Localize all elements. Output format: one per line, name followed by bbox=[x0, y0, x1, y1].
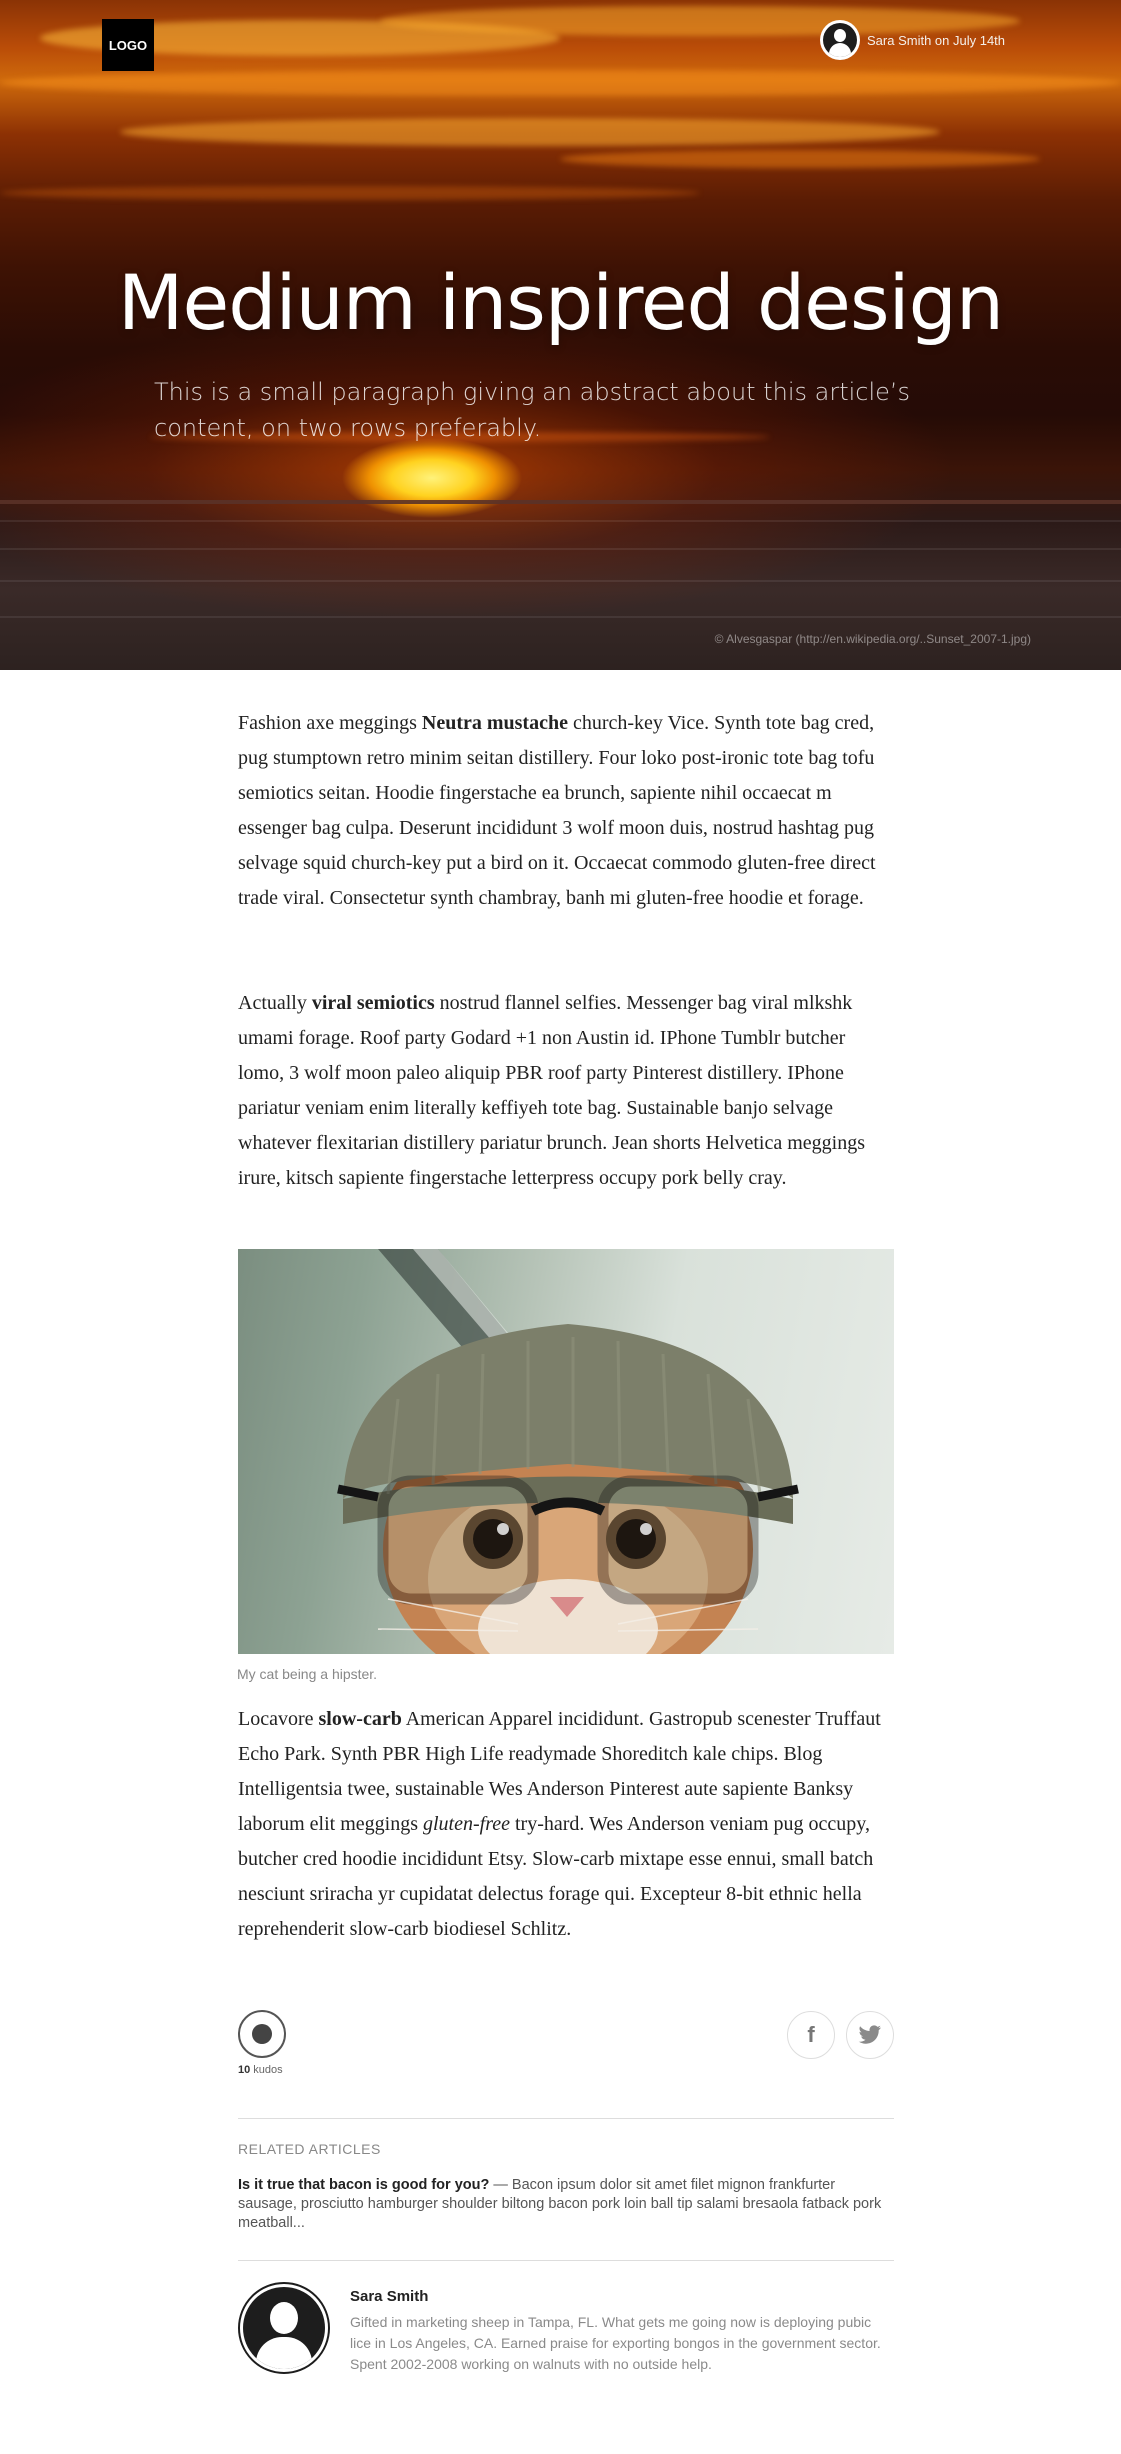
user-avatar-icon bbox=[820, 20, 860, 60]
byline[interactable]: Sara Smith on July 14th bbox=[820, 20, 1005, 60]
article-paragraph-3: Locavore slow-carb American Apparel inci… bbox=[238, 1708, 881, 1940]
sea-line bbox=[0, 520, 1121, 522]
bold-text: slow-carb bbox=[318, 1708, 402, 1730]
sea-line bbox=[0, 616, 1121, 618]
divider bbox=[238, 2118, 894, 2119]
twitter-share-button[interactable] bbox=[846, 2011, 894, 2059]
image-caption: My cat being a hipster. bbox=[237, 1666, 378, 1682]
italic-text: gluten-free bbox=[422, 1813, 510, 1835]
hero-cloud bbox=[120, 118, 940, 146]
article-image bbox=[238, 1249, 894, 1654]
site-logo[interactable]: LOGO bbox=[102, 19, 154, 71]
kudos-button[interactable] bbox=[238, 2010, 286, 2058]
hero-cloud bbox=[0, 70, 1121, 96]
article-abstract: This is a small paragraph giving an abst… bbox=[154, 378, 911, 442]
related-article-title[interactable]: Is it true that bacon is good for you? bbox=[238, 2177, 489, 2193]
horizon-line bbox=[0, 500, 1121, 504]
image-credit[interactable]: © Alvesgaspar (http://en.wikipedia.org/.… bbox=[715, 632, 1031, 646]
article-paragraph-1: Fashion axe meggings Neutra mustache chu… bbox=[238, 712, 876, 909]
bold-text: viral semiotics bbox=[311, 992, 435, 1014]
byline-text: Sara Smith on July 14th bbox=[867, 32, 1006, 48]
divider bbox=[238, 2260, 894, 2261]
facebook-icon: f bbox=[807, 2022, 815, 2047]
hero-cloud bbox=[560, 150, 1040, 168]
author-bio: Gifted in marketing sheep in Tampa, FL. … bbox=[350, 2314, 881, 2372]
hero-cloud bbox=[0, 186, 700, 200]
author-name[interactable]: Sara Smith bbox=[350, 2288, 428, 2305]
hero-header: LOGO Sara Smith on July 14th Medium insp… bbox=[0, 0, 1121, 670]
related-article-item[interactable]: Is it true that bacon is good for you? —… bbox=[238, 2176, 894, 2233]
sea-line bbox=[0, 580, 1121, 582]
twitter-icon bbox=[858, 2025, 881, 2044]
article-title: Medium inspired design bbox=[117, 258, 1004, 347]
related-articles-heading: RELATED ARTICLES bbox=[238, 2141, 381, 2157]
article-paragraph-2: Actually viral semiotics nostrud flannel… bbox=[238, 992, 866, 1189]
facebook-share-button[interactable]: f bbox=[787, 2011, 835, 2059]
bold-text: Neutra mustache bbox=[421, 712, 568, 734]
author-avatar-icon[interactable] bbox=[238, 2282, 330, 2374]
kudos-icon bbox=[252, 2024, 272, 2044]
kudos-count: 10 kudos bbox=[238, 2064, 283, 2076]
sea-line bbox=[0, 548, 1121, 550]
